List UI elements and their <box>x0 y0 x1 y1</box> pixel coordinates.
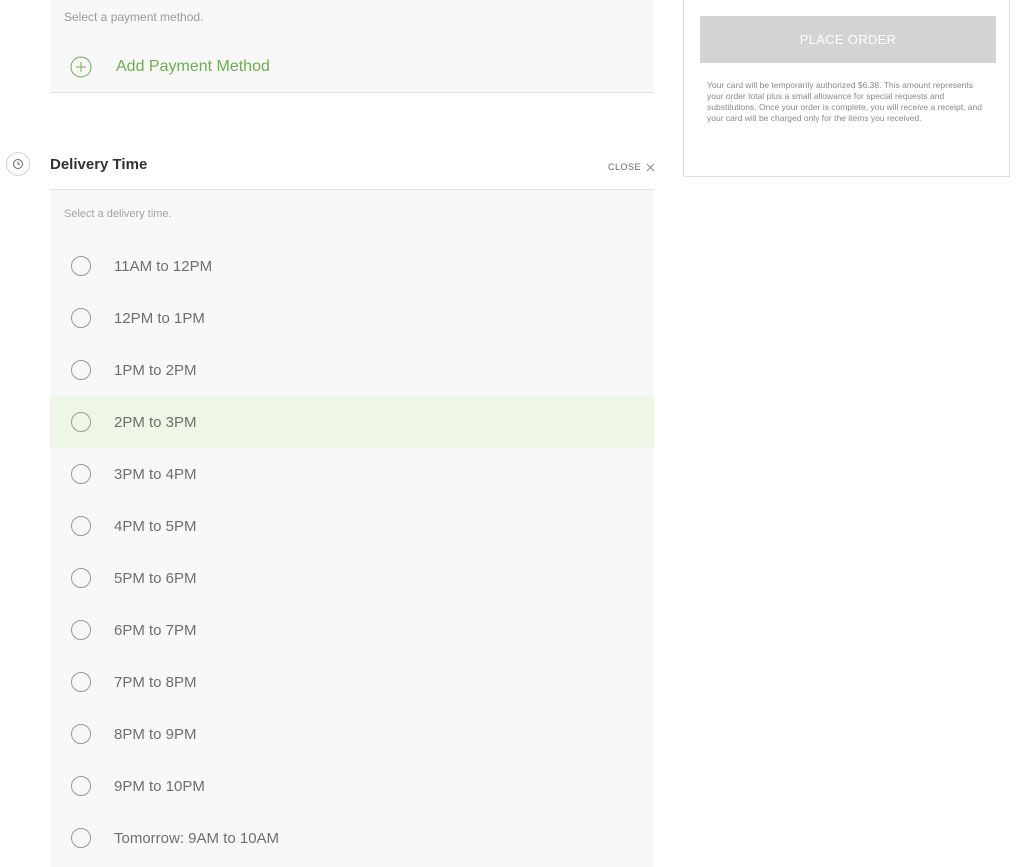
delivery-slot-option[interactable]: 4PM to 5PM <box>50 500 654 552</box>
delivery-slot-label: 6PM to 7PM <box>114 621 197 639</box>
delivery-time-title: Delivery Time <box>50 156 148 173</box>
radio-button[interactable] <box>71 308 91 328</box>
radio-button[interactable] <box>71 828 91 848</box>
delivery-slot-label: 1PM to 2PM <box>114 361 197 379</box>
close-icon <box>646 163 655 171</box>
order-summary-box: PLACE ORDER Your card will be temporaril… <box>683 0 1010 177</box>
place-order-button[interactable]: PLACE ORDER <box>700 16 996 63</box>
delivery-slot-label: 8PM to 9PM <box>114 725 197 743</box>
close-button[interactable]: CLOSE <box>608 160 655 174</box>
radio-button[interactable] <box>71 256 91 276</box>
delivery-slot-list: 11AM to 12PM 12PM to 1PM 1PM to 2PM 2PM … <box>50 240 654 864</box>
clock-icon <box>6 152 30 176</box>
delivery-slot-option[interactable]: 6PM to 7PM <box>50 604 654 656</box>
radio-button[interactable] <box>71 568 91 588</box>
add-payment-method-label: Add Payment Method <box>116 58 270 75</box>
radio-button[interactable] <box>71 360 91 380</box>
radio-button[interactable] <box>71 724 91 744</box>
delivery-slot-label: 9PM to 10PM <box>114 777 205 795</box>
delivery-slot-option[interactable]: 7PM to 8PM <box>50 656 654 708</box>
plus-circle-icon <box>70 56 92 78</box>
delivery-slot-label: 7PM to 8PM <box>114 673 197 691</box>
delivery-slot-label: 12PM to 1PM <box>114 309 205 327</box>
delivery-slot-option[interactable]: 8PM to 9PM <box>50 708 654 760</box>
delivery-slot-option[interactable]: 1PM to 2PM <box>50 344 654 396</box>
delivery-slot-label: Tomorrow: 9AM to 10AM <box>114 829 280 847</box>
delivery-slot-option[interactable]: 12PM to 1PM <box>50 292 654 344</box>
delivery-hint: Select a delivery time. <box>64 208 172 220</box>
delivery-slot-option[interactable]: Tomorrow: 9AM to 10AM <box>50 812 654 864</box>
radio-button[interactable] <box>71 776 91 796</box>
delivery-slot-label: 11AM to 12PM <box>114 257 213 275</box>
delivery-slot-label: 4PM to 5PM <box>114 517 197 535</box>
close-label: CLOSE <box>608 162 642 172</box>
delivery-time-panel: Select a delivery time. 11AM to 12PM 12P… <box>50 190 654 867</box>
radio-button[interactable] <box>71 516 91 536</box>
radio-button[interactable] <box>71 412 91 432</box>
delivery-slot-label: 3PM to 4PM <box>114 465 197 483</box>
delivery-slot-option-hovered[interactable]: 2PM to 3PM <box>50 396 654 448</box>
authorization-note: Your card will be temporarily authorized… <box>707 80 982 123</box>
delivery-slot-label: 5PM to 6PM <box>114 569 197 587</box>
radio-button[interactable] <box>71 464 91 484</box>
delivery-slot-option[interactable]: 5PM to 6PM <box>50 552 654 604</box>
delivery-slot-option[interactable]: 9PM to 10PM <box>50 760 654 812</box>
delivery-slot-label: 2PM to 3PM <box>114 413 197 431</box>
payment-hint: Select a payment method. <box>64 10 204 24</box>
radio-button[interactable] <box>71 620 91 640</box>
radio-button[interactable] <box>71 672 91 692</box>
add-payment-method-button[interactable]: Add Payment Method <box>70 54 270 80</box>
delivery-slot-option[interactable]: 3PM to 4PM <box>50 448 654 500</box>
delivery-slot-option[interactable]: 11AM to 12PM <box>50 240 654 292</box>
payment-section: Select a payment method. Add Payment Met… <box>50 0 654 93</box>
